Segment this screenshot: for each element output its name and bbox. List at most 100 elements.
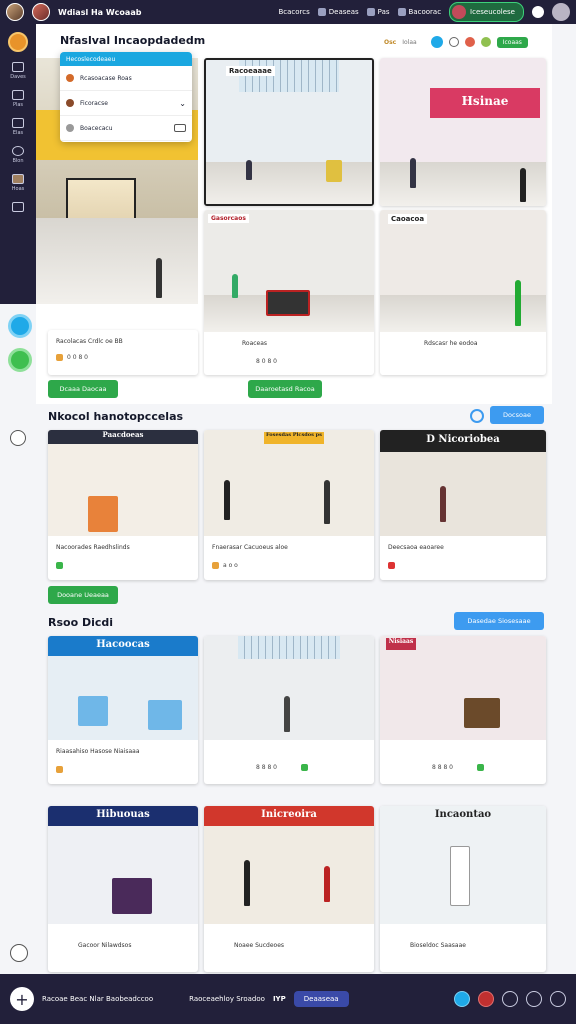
chevron-down-icon[interactable]: ⌄ [179, 99, 186, 108]
card-meta [56, 562, 63, 569]
store-sign: Inicreoira [204, 806, 374, 826]
nav-item-deals[interactable]: Deaseas [317, 8, 359, 16]
card-meta-value: 8 0 8 0 [256, 358, 277, 365]
dropdown-option-label: Boacecacu [80, 124, 113, 132]
toolbar-settings-icon[interactable] [464, 37, 475, 47]
badge-icon [212, 562, 219, 569]
store-card[interactable]: Gasorcaos Roaceas 8 0 8 0 [204, 210, 374, 375]
dropdown-option[interactable]: Boacecacu [60, 116, 192, 141]
store-sign: Incaontao [434, 809, 492, 820]
card-meta: 8 8 8 0 [256, 764, 308, 771]
store-card[interactable]: Fosesdas Plcsdos ps Fnaerasar Cacuoeus a… [204, 430, 374, 580]
kiosk [326, 160, 342, 182]
dropdown-option[interactable]: Ficoracse ⌄ [60, 91, 192, 116]
card-caption: Fnaerasar Cacuoeus aloe [212, 544, 288, 551]
card-caption: Gacoor Nilawdsos [78, 942, 132, 949]
kiosk [148, 700, 182, 730]
badge-icon [301, 764, 308, 771]
store-sign: Hsinae [430, 88, 540, 118]
app-logo-avatar [32, 3, 50, 21]
toolbar-tag[interactable]: Osc [384, 39, 396, 46]
grid-icon [12, 202, 24, 212]
home-icon[interactable] [502, 991, 518, 1007]
sidebar-item-messages[interactable]: Elas [5, 118, 31, 136]
account-dot-icon [452, 5, 467, 19]
row1-primary-button[interactable]: Dcaaa Daocaa [48, 380, 118, 398]
sidebar-logo-icon[interactable] [8, 32, 28, 52]
card-meta: a o o [212, 562, 238, 569]
share-icon[interactable] [10, 944, 28, 962]
section-1-button[interactable]: Docsoae [490, 406, 544, 424]
store-card[interactable]: Inicreoira Noaee Sucdeoes [204, 806, 374, 972]
card-caption: Bioseldoc Saasaae [410, 942, 466, 949]
notification-bell-icon[interactable] [532, 6, 544, 18]
sidebar-item-mail[interactable]: Daves [5, 62, 31, 80]
section-title: Nkocol hanotopccelas [48, 410, 184, 423]
sidebar-item-images[interactable]: Hoas [5, 174, 31, 192]
search-icon[interactable] [470, 409, 484, 423]
nav-label: Deaseas [328, 8, 359, 16]
toolbar-tag-2[interactable]: Iolaa [402, 39, 416, 46]
section-1-action-button[interactable]: Dooane Ueaeaa [48, 586, 118, 604]
dropdown-option[interactable]: Rcasoacase Roas [60, 66, 192, 91]
record-icon[interactable] [478, 991, 494, 1007]
clock-icon [12, 146, 24, 156]
store-card[interactable]: Hibuouas Gacoor Nilawdsos [48, 806, 198, 972]
section-2-button[interactable]: Dasedae Siosesaae [454, 612, 544, 630]
store-card[interactable]: Hsinae [380, 58, 546, 206]
row1-secondary-button[interactable]: Daaroetasd Racoa [248, 380, 322, 398]
store-card[interactable]: Caoacoa Rdscasr he eodoa [380, 210, 546, 375]
bottom-bar-button[interactable]: Deaaseaa [293, 991, 349, 1007]
add-icon[interactable]: + [10, 987, 34, 1011]
sidebar-item-history[interactable]: Blon [5, 146, 31, 164]
sidebar-item-grid[interactable] [5, 202, 31, 212]
kiosk [450, 846, 470, 906]
store-card[interactable]: Racoeaaae [204, 58, 374, 206]
floating-calendar-icon[interactable] [8, 348, 32, 372]
card-meta-value: 8 8 8 0 [432, 764, 453, 771]
shopper-figure [324, 480, 330, 524]
toggle-icon[interactable] [174, 124, 186, 132]
store-card[interactable]: Paacdoeas Nacoorades Raedhslinds [48, 430, 198, 580]
store-card[interactable]: 8 8 8 0 [204, 636, 374, 784]
grid-apps-icon[interactable] [526, 991, 542, 1007]
pin-icon [66, 74, 74, 82]
store-card[interactable]: Hacoocas Riaasahiso Hasose Niaisaaa [48, 636, 198, 784]
sidebar-item-label: Plas [12, 102, 24, 108]
toolbar-help-icon[interactable] [448, 37, 459, 47]
nav-item-pages[interactable]: Pas [366, 8, 390, 16]
toolbar-user-icon[interactable] [480, 37, 491, 47]
bookmark-icon [397, 8, 406, 16]
location-dropdown[interactable]: Hecoslecodeaeu Rcasoacase Roas Ficoracse… [60, 52, 192, 142]
profile-avatar[interactable] [552, 3, 570, 21]
store-card[interactable]: Incaontao Bioseldoc Saasaae [380, 806, 546, 972]
store-card[interactable]: Nisiaas 8 8 8 0 [380, 636, 546, 784]
card-caption: Riaasahiso Hasose Niaisaaa [56, 748, 140, 755]
store-sign: Paacdoeas [48, 430, 198, 444]
settings-icon[interactable] [550, 991, 566, 1007]
user-icon [66, 99, 74, 107]
kiosk [464, 698, 500, 728]
sidebar-item-label: Daves [10, 74, 26, 80]
shopper-figure [515, 280, 521, 326]
toolbar-action-button[interactable]: Icoaas [496, 36, 528, 48]
shopper-figure [520, 168, 526, 202]
back-arrow-icon[interactable] [10, 430, 26, 446]
tag-icon [317, 8, 326, 16]
nav-item-bookmarks-2[interactable]: Bacoorac [397, 8, 441, 16]
sidebar: Daves Plas Elas Blon Hoas [0, 24, 36, 304]
page-icon [366, 8, 375, 16]
store-card[interactable]: D Nicoriobea Deecsaoa eaoaree [380, 430, 546, 580]
sidebar-item-label: Hoas [11, 186, 25, 192]
floating-app-icon-blue[interactable] [8, 314, 32, 338]
user-avatar[interactable] [6, 3, 24, 21]
nav-item-bookmarks[interactable]: Bcacorcs [278, 8, 309, 16]
shopper-figure [224, 480, 230, 520]
share-action-icon[interactable] [454, 991, 470, 1007]
dropdown-option-label: Ficoracse [80, 99, 108, 107]
hero-caption-card[interactable]: Racolacas Crdlc oe BB 0 0 8 0 [48, 330, 198, 375]
sidebar-item-chat[interactable]: Plas [5, 90, 31, 108]
account-pill[interactable]: Iceseucolese [449, 2, 524, 22]
card-meta [56, 766, 63, 773]
toolbar-info-icon[interactable] [430, 36, 443, 48]
